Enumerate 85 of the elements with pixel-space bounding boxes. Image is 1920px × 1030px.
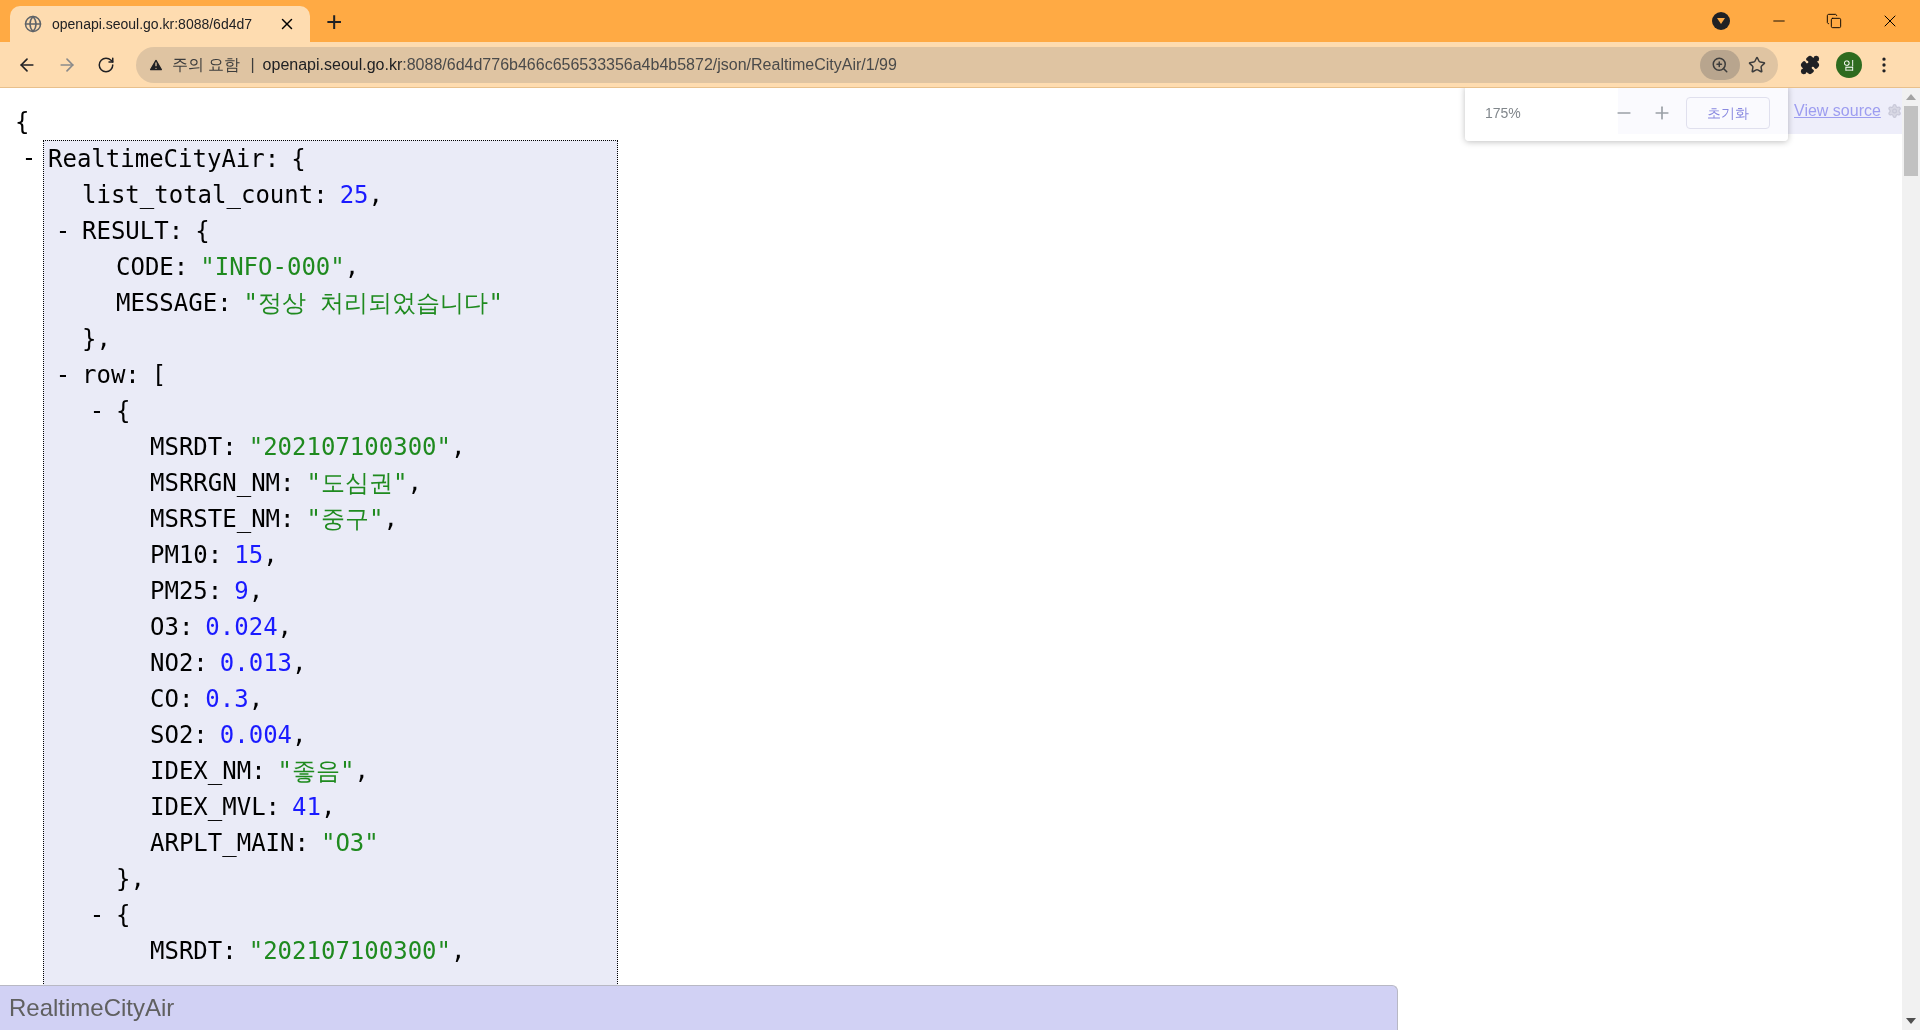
json-key: CO: (150, 681, 194, 717)
collapse-toggle[interactable]: - (52, 219, 74, 243)
json-punctuation: , (248, 576, 264, 607)
json-punctuation: , (277, 612, 293, 643)
reload-icon[interactable] (97, 55, 115, 74)
json-bracket: { (195, 216, 210, 247)
scrollbar[interactable] (1902, 88, 1920, 1030)
json-value: "도심권" (306, 468, 408, 499)
json-key: CODE: (116, 249, 189, 285)
json-punctuation: , (383, 504, 398, 535)
collapse-toggle[interactable]: - (86, 399, 108, 423)
tab-title: openapi.seoul.go.kr:8088/6d4d7 (52, 14, 254, 34)
address-bar[interactable]: 주의 요함 | openapi.seoul.go.kr:8088/6d4d776b466c656533356a4b4b5872/json/RealtimeCityAir/1/99 (136, 46, 1778, 83)
json-punctuation: , (263, 540, 278, 571)
json-punctuation: , (320, 792, 336, 823)
zoom-icon-button[interactable] (1700, 49, 1740, 80)
json-key: RealtimeCityAir: (48, 141, 280, 177)
security-warning: 주의 요함 (172, 54, 241, 75)
zoom-level: 175% (1485, 103, 1521, 123)
json-value: 0.024 (205, 612, 278, 643)
json-key: PM25: (150, 573, 223, 609)
json-key: ARPLT_MAIN: (150, 825, 309, 861)
json-value: 0.3 (205, 684, 249, 715)
json-punctuation: , (354, 756, 369, 787)
json-key: O3: (150, 609, 194, 645)
star-icon[interactable] (1748, 55, 1766, 74)
restore-icon[interactable] (1826, 13, 1842, 29)
json-key: RESULT: (82, 213, 184, 249)
separator: | (250, 54, 255, 75)
json-key: IDEX_MVL: (150, 789, 281, 825)
json-bracket: }, (82, 324, 111, 355)
json-punctuation: , (451, 432, 466, 463)
json-key: row: (82, 357, 140, 393)
json-key: IDEX_NM: (150, 753, 266, 789)
json-key: SO2: (150, 717, 208, 753)
json-key: MSRDT: (150, 429, 237, 465)
new-tab-button[interactable]: + (326, 8, 343, 36)
json-key: MESSAGE: (116, 285, 232, 321)
json-value: "좋음" (277, 756, 355, 787)
json-value: 25 (339, 180, 369, 211)
url-host: openapi.seoul.go.kr (262, 54, 403, 75)
json-punctuation: , (344, 252, 360, 283)
json-value: "O3" (320, 828, 379, 859)
json-punctuation: , (407, 468, 422, 499)
json-value: 15 (234, 540, 264, 571)
json-punctuation: , (292, 720, 307, 751)
scroll-down-icon[interactable] (1906, 1018, 1916, 1024)
profile-avatar[interactable]: 임 (1836, 51, 1862, 78)
json-bracket: { (291, 144, 306, 175)
json-value: 9 (234, 576, 249, 607)
json-value: 41 (292, 792, 321, 823)
globe-icon (24, 15, 42, 33)
json-value: 0.004 (219, 720, 293, 751)
scrollbar-thumb[interactable] (1904, 106, 1918, 176)
dropdown-icon[interactable] (1712, 12, 1730, 30)
json-value: "202107100300" (248, 936, 451, 967)
zoom-icon (1711, 55, 1729, 74)
json-bracket: { (116, 396, 131, 427)
puzzle-icon[interactable] (1800, 54, 1820, 75)
collapse-toggle[interactable]: - (18, 146, 40, 170)
collapse-toggle[interactable]: - (52, 363, 74, 387)
json-bracket: }, (116, 864, 145, 895)
json-bracket: [ (151, 360, 167, 391)
json-punctuation: , (292, 648, 307, 679)
status-text: RealtimeCityAir (9, 993, 175, 1023)
json-value: "중구" (306, 504, 384, 535)
json-bracket: { (116, 900, 131, 931)
json-value: 0.013 (219, 648, 293, 679)
json-punctuation: , (248, 684, 264, 715)
json-punctuation: , (451, 936, 466, 967)
json-value: "INFO-000" (200, 252, 345, 283)
json-key: MSRDT: (150, 933, 237, 969)
url-path: :8088/6d4d776b466c656533356a4b4b5872/json/RealtimeCityAir/1/99 (402, 54, 897, 75)
warning-icon (148, 56, 164, 73)
json-key: list_total_count: (82, 177, 328, 213)
json-punctuation: , (368, 180, 383, 211)
json-bracket: { (15, 107, 30, 138)
browser-tab[interactable]: openapi.seoul.go.kr:8088/6d4d7 (10, 6, 310, 42)
json-key: NO2: (150, 645, 208, 681)
json-key: PM10: (150, 537, 223, 573)
json-key: MSRRGN_NM: (150, 465, 295, 501)
json-value: "202107100300" (248, 432, 451, 463)
json-value: "정상 처리되었습니다" (243, 288, 503, 319)
collapse-toggle[interactable]: - (86, 903, 108, 927)
json-key: MSRSTE_NM: (150, 501, 295, 537)
